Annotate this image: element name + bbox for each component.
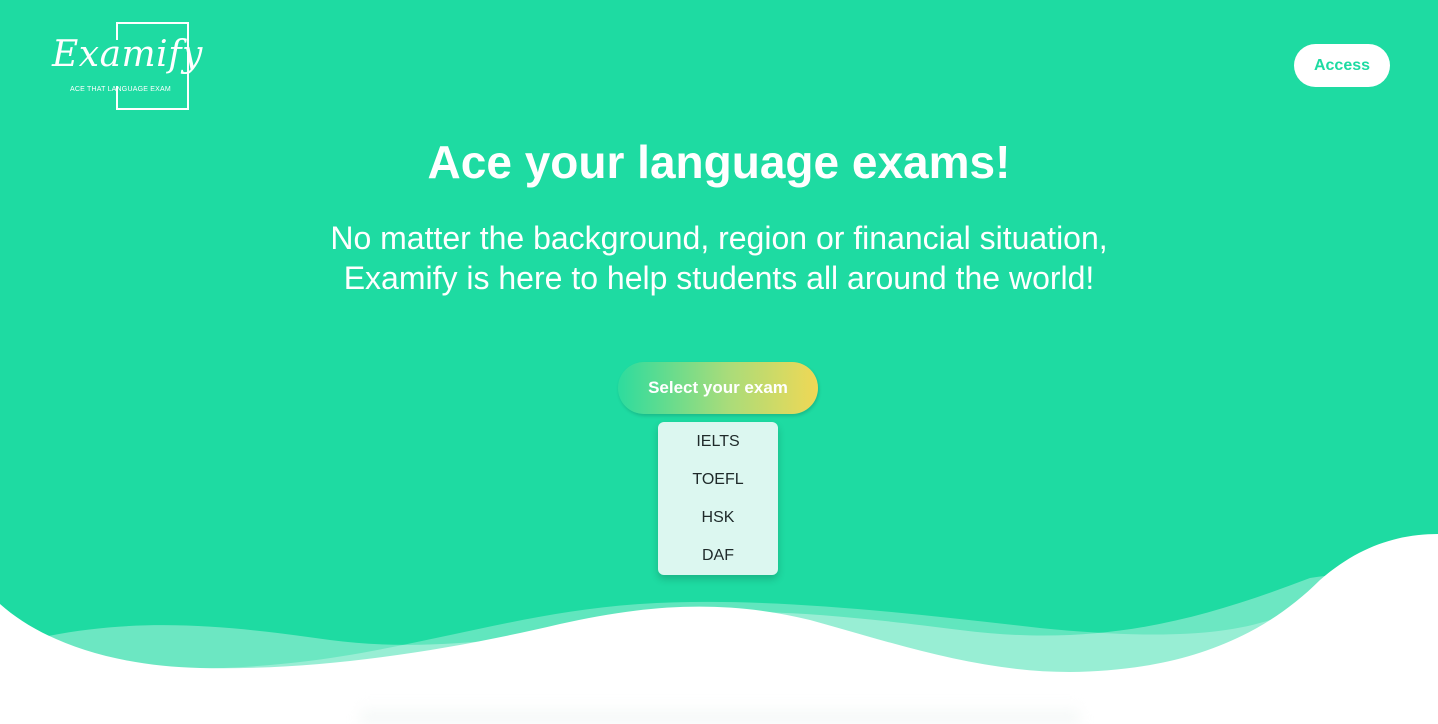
exam-option-daf[interactable]: DAF [658,537,778,575]
logo-wordmark: Examify [52,34,203,75]
section-shadow [360,702,1080,724]
select-exam-button[interactable]: Select your exam [618,362,818,414]
exam-option-ielts[interactable]: IELTS [658,423,778,461]
examify-logo[interactable]: Examify ACE THAT LANGUAGE EXAM [52,22,202,114]
exam-option-hsk[interactable]: HSK [658,499,778,537]
logo-tagline: ACE THAT LANGUAGE EXAM [70,86,171,93]
exam-dropdown-menu: IELTS TOEFL HSK DAF [658,422,778,575]
access-button[interactable]: Access [1294,44,1390,87]
exam-option-toefl[interactable]: TOEFL [658,461,778,499]
landing-page: Examify ACE THAT LANGUAGE EXAM Access Ac… [0,0,1438,724]
hero-subtitle-line-2: Examify is here to help students all aro… [343,260,1095,296]
page-title: Ace your language exams! [427,136,1011,188]
hero-subtitle: No matter the background, region or fina… [0,218,1438,298]
hero-subtitle-line-1: No matter the background, region or fina… [330,220,1108,256]
